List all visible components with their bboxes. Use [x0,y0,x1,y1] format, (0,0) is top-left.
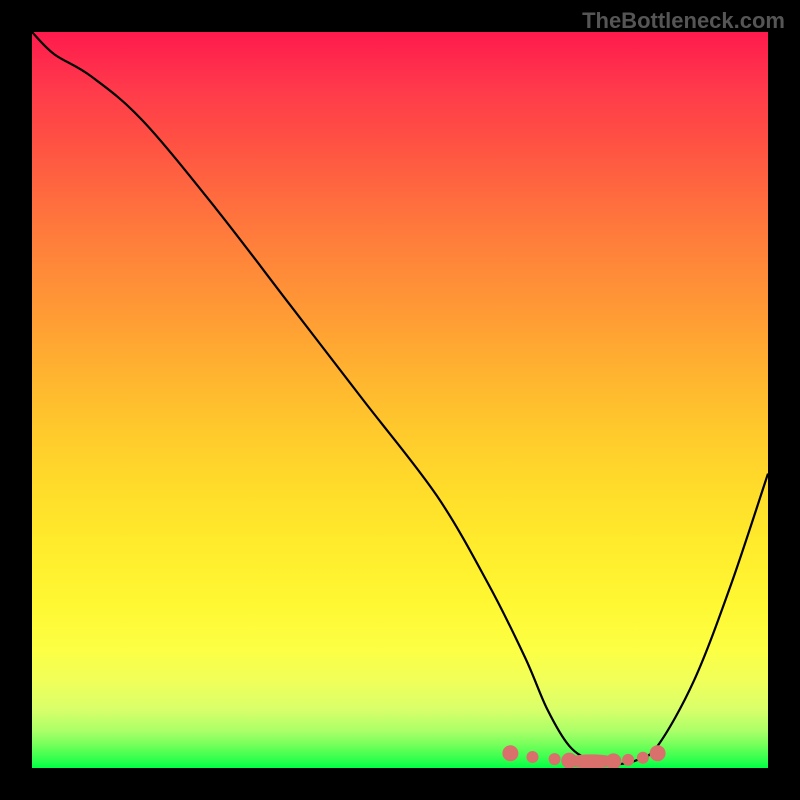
marker-point [650,745,666,761]
marker-point [622,754,634,766]
marker-point [549,753,561,765]
curve-line-group [32,32,768,764]
marker-blob [563,754,619,768]
watermark-text: TheBottleneck.com [582,8,785,34]
chart-svg [32,32,768,768]
marker-point [526,751,538,763]
marker-point [502,745,518,761]
bottleneck-curve [32,32,768,764]
marker-group [502,745,665,768]
chart-area [32,32,768,768]
marker-point [637,752,649,764]
